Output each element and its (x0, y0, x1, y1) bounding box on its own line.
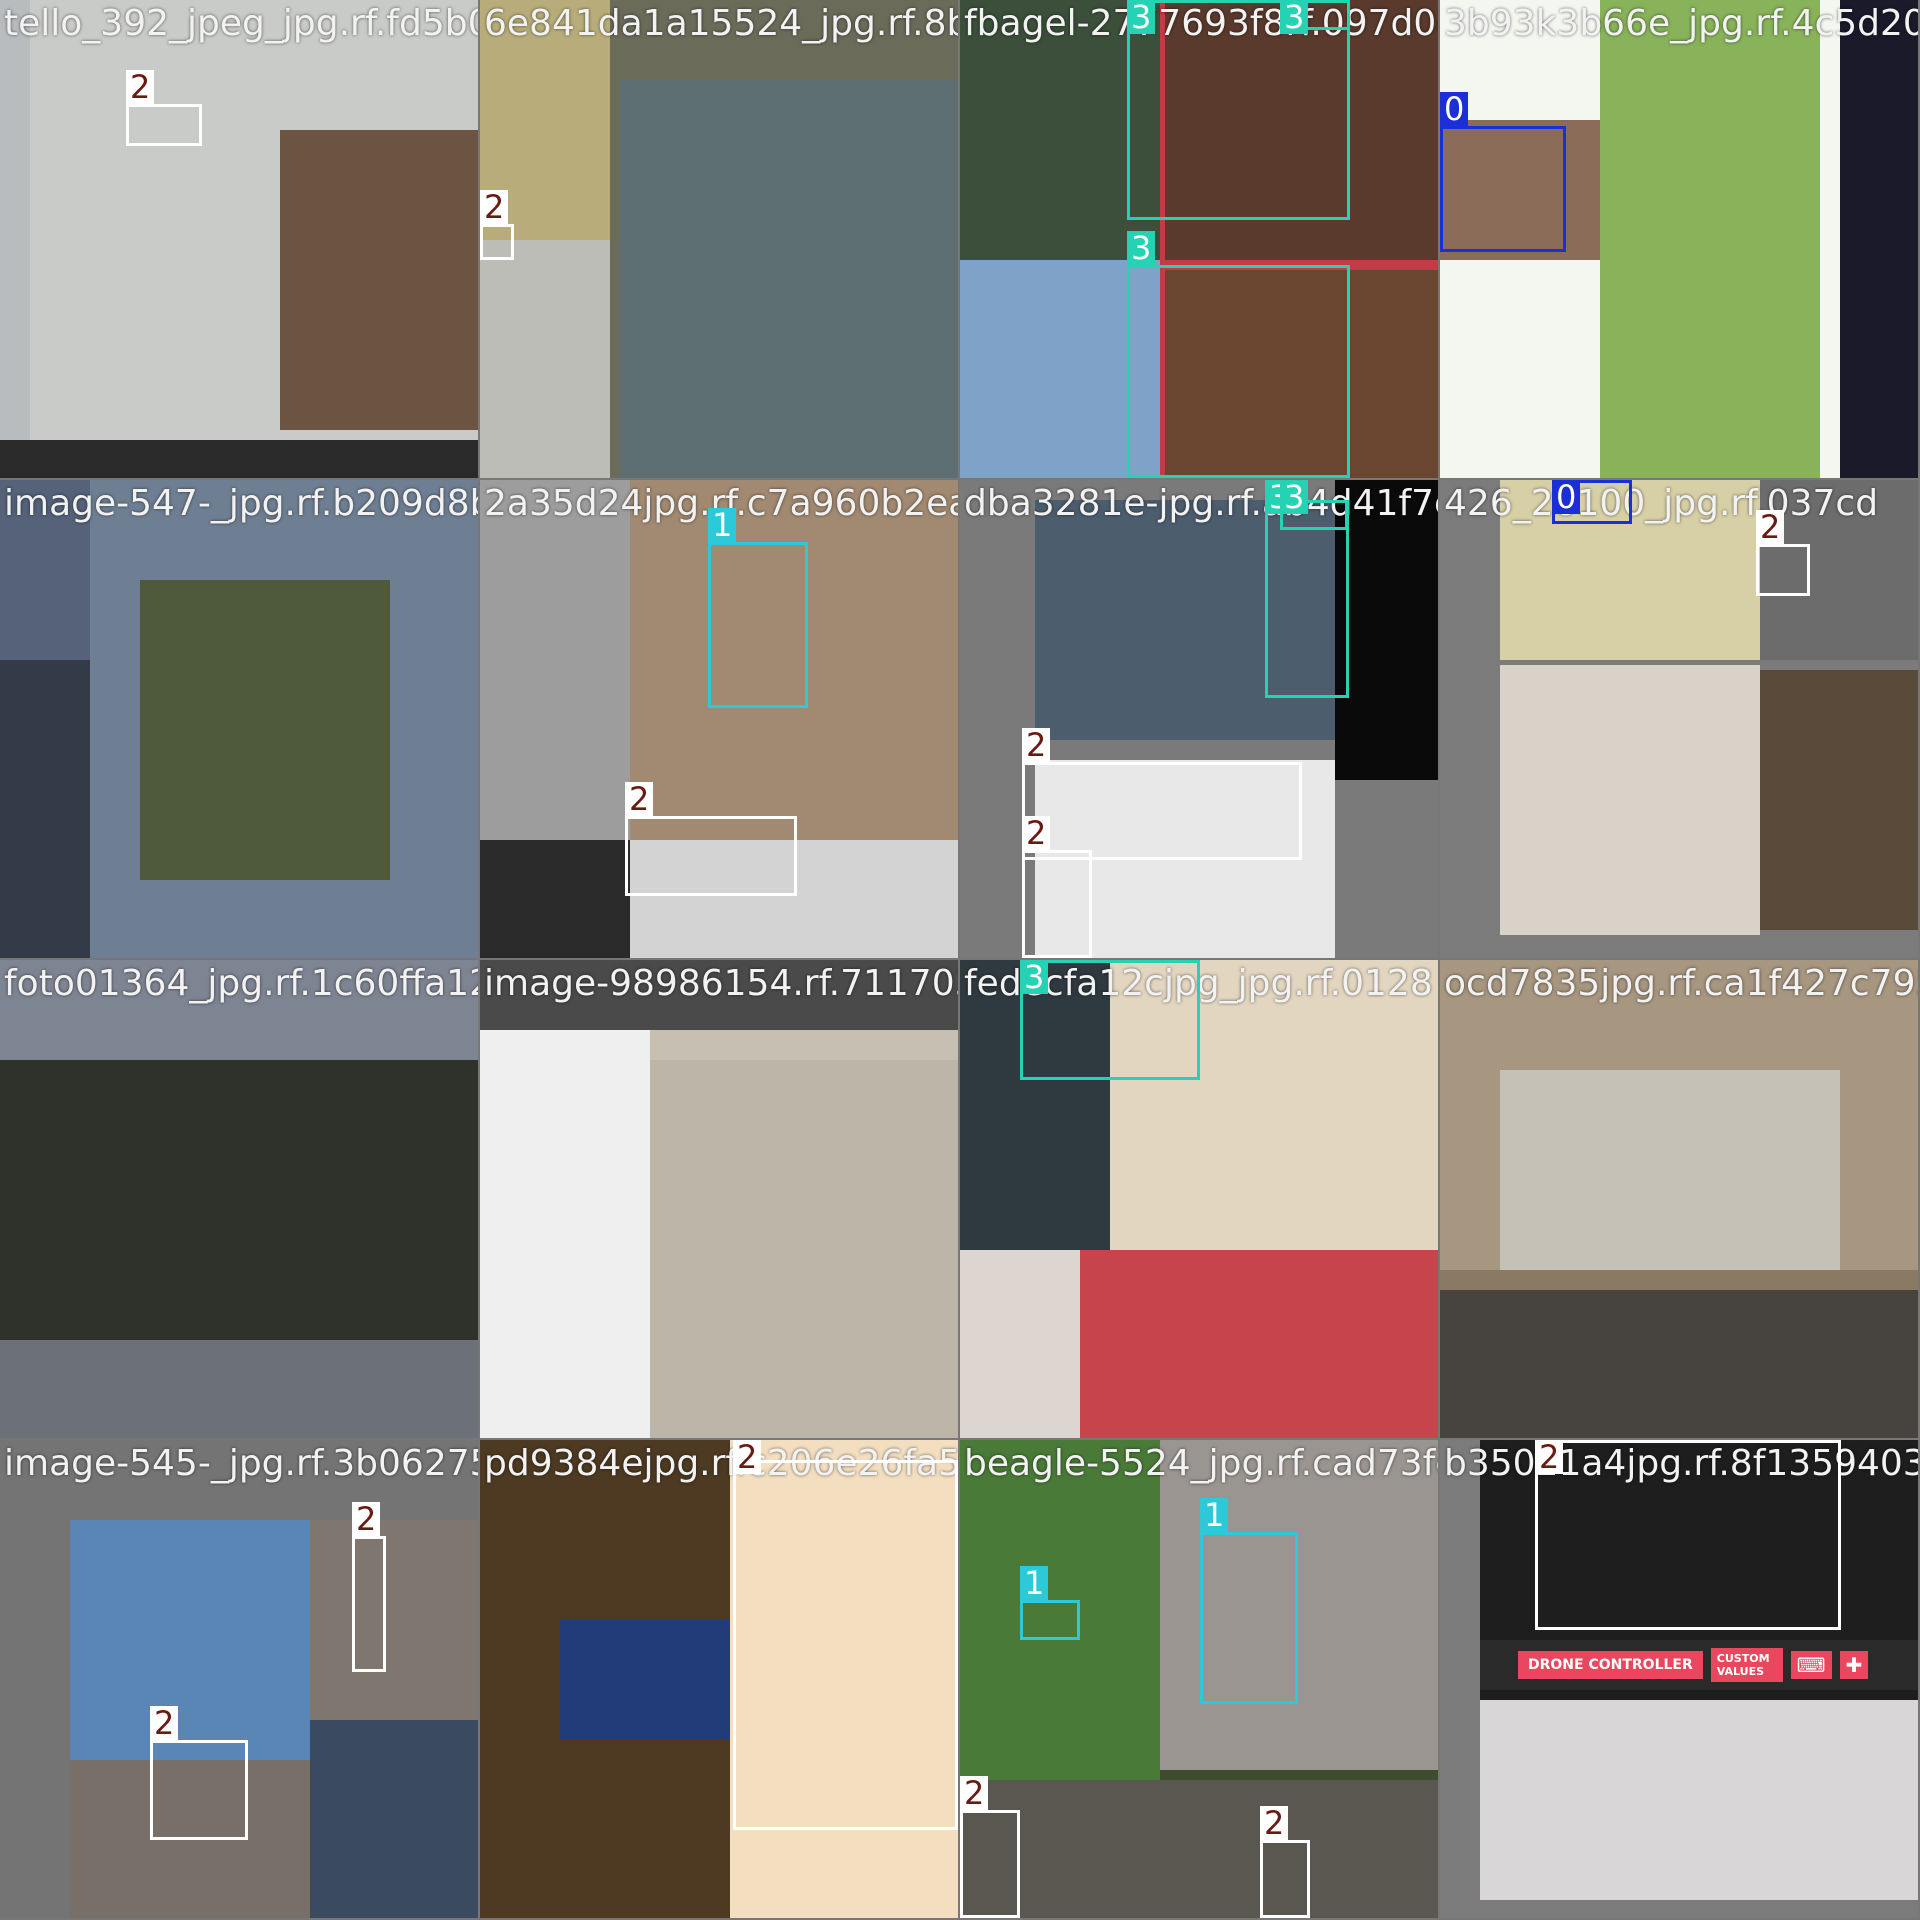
class-label: 2 (960, 1776, 989, 1810)
mosaic-tile: dba3281e-jpg.rf.ab4d41f7e43322 (960, 480, 1438, 958)
mosaic-tile: 6e841da1a15524_jpg.rf.8bf87 2 (480, 0, 958, 478)
photo-region (280, 130, 478, 430)
mosaic-tile: tello_392_jpeg_jpg.rf.fd5b0c 2 (0, 0, 478, 478)
class-label: 2 (733, 1440, 762, 1474)
photo-region (1480, 1700, 1918, 1900)
photo-region (1840, 0, 1918, 478)
tile-filename: foto01364_jpg.rf.1c60ffa122 (4, 963, 478, 1004)
mosaic-tile: fedecfa12cjpg_jpg.rf.0128 3 (960, 960, 1438, 1438)
tile-filename: 3b93k3b66e_jpg.rf.4c5d208 (1444, 3, 1918, 44)
mosaic-tile: 426_26100_jpg.rf.037cd 0 2 (1440, 480, 1918, 958)
bounding-box (1022, 762, 1302, 860)
class-label: 0 (1552, 480, 1581, 514)
mosaic-tile: image-545-_jpg.rf.3b062757 2 2 (0, 1440, 478, 1918)
photo-region (480, 480, 630, 840)
class-label: 1 (1020, 1566, 1049, 1600)
bounding-box (733, 1460, 958, 1830)
class-label: 2 (480, 190, 509, 224)
photo-region (650, 1060, 958, 1438)
class-label: 1 (708, 508, 737, 542)
photo-region (0, 440, 478, 478)
mosaic-tile: fbagel-2777693f8rf.097d0e247333 (960, 0, 1438, 478)
bounding-box (1200, 1532, 1298, 1704)
tile-filename: 426_26100_jpg.rf.037cd (1444, 483, 1879, 524)
bounding-box (1022, 850, 1092, 958)
bounding-box (126, 104, 202, 146)
photo-region (310, 1520, 478, 1720)
class-label: 3 (1127, 0, 1156, 34)
mosaic-tile: image-98986154.rf.711703299 (480, 960, 958, 1438)
bounding-box (480, 224, 514, 260)
class-label: 2 (126, 70, 155, 104)
photo-region (1500, 1070, 1840, 1270)
class-label: 2 (150, 1706, 179, 1740)
bounding-box (625, 816, 797, 896)
class-label: 2 (1022, 816, 1051, 850)
mosaic-tile: 3b93k3b66e_jpg.rf.4c5d208 0 (1440, 0, 1918, 478)
class-label: 0 (1440, 92, 1469, 126)
class-label: 3 (1280, 0, 1309, 34)
bounding-box (150, 1740, 248, 1840)
photo-region (1080, 1250, 1438, 1438)
bounding-box (708, 542, 808, 708)
bounding-box (352, 1536, 386, 1672)
bounding-box (1440, 126, 1566, 252)
tile-filename: tello_392_jpeg_jpg.rf.fd5b0c (4, 3, 478, 44)
class-label: 2 (1535, 1440, 1564, 1474)
bounding-box (1020, 1600, 1080, 1640)
photo-region (1440, 1290, 1918, 1438)
mosaic-tile: pd9384ejpg.rf.c206e26fa5f1 2 (480, 1440, 958, 1918)
custom-values-button: CUSTOM VALUES (1710, 1648, 1783, 1682)
photo-region (480, 840, 630, 958)
bounding-box (1535, 1440, 1841, 1630)
tile-filename: image-547-_jpg.rf.b209d8b93f (4, 483, 478, 524)
photo-region (620, 80, 958, 478)
class-label: 2 (1260, 1806, 1289, 1840)
photo-region (960, 1780, 1438, 1918)
photo-region (1600, 0, 1820, 478)
tile-filename: dba3281e-jpg.rf.ab4d41f7e4 (964, 483, 1438, 524)
bounding-box (960, 1810, 1020, 1918)
photo-region (1760, 670, 1918, 930)
tile-filename: ocd7835jpg.rf.ca1f427c795eb (1444, 963, 1918, 1004)
tile-filename: image-98986154.rf.711703299 (484, 963, 958, 1004)
mosaic-tile: DRONE CONTROLLER CUSTOM VALUES ⌨ ✚ b35021a4j… (1440, 1440, 1918, 1918)
photo-region (1500, 665, 1760, 935)
gamepad-icon: ✚ (1839, 1651, 1869, 1679)
class-label: 2 (1756, 510, 1785, 544)
class-label: 2 (1022, 728, 1051, 762)
tile-filename: beagle-5524_jpg.rf.cad73fe2 (964, 1443, 1438, 1484)
photo-region (310, 1720, 478, 1918)
class-label: 1 (1200, 1498, 1229, 1532)
class-label: 3 (1280, 480, 1309, 514)
class-label: 2 (625, 782, 654, 816)
tile-filename: 6e841da1a15524_jpg.rf.8bf87 (484, 3, 958, 44)
class-label: 3 (1127, 231, 1156, 265)
mosaic-tile: ocd7835jpg.rf.ca1f427c795eb (1440, 960, 1918, 1438)
keyboard-icon: ⌨ (1790, 1651, 1832, 1679)
mosaic-tile: 2a35d24jpg.rf.c7a960b2eaa 1 2 (480, 480, 958, 958)
photo-region (480, 1030, 650, 1438)
photo-region (560, 1620, 730, 1740)
bounding-box (1756, 544, 1810, 596)
photo-region (480, 240, 610, 478)
bounding-box (1127, 265, 1350, 478)
mosaic-tile: image-547-_jpg.rf.b209d8b93f (0, 480, 478, 958)
tile-filename: image-545-_jpg.rf.3b062757 (4, 1443, 478, 1484)
photo-region (140, 580, 390, 880)
mosaic-tile: foto01364_jpg.rf.1c60ffa122 (0, 960, 478, 1438)
class-label: 3 (1020, 960, 1049, 994)
mosaic-grid: tello_392_jpeg_jpg.rf.fd5b0c 2 6e841da1a15… (0, 0, 1920, 1920)
bounding-box (1127, 0, 1350, 220)
controller-banner: DRONE CONTROLLER CUSTOM VALUES ⌨ ✚ (1480, 1640, 1918, 1690)
drone-controller-button: DRONE CONTROLLER (1518, 1651, 1703, 1679)
class-label: 2 (352, 1502, 381, 1536)
mosaic-tile: beagle-5524_jpg.rf.cad73fe2 1 1 2 2 (960, 1440, 1438, 1918)
bounding-box (1260, 1840, 1310, 1918)
photo-region (0, 1060, 478, 1340)
